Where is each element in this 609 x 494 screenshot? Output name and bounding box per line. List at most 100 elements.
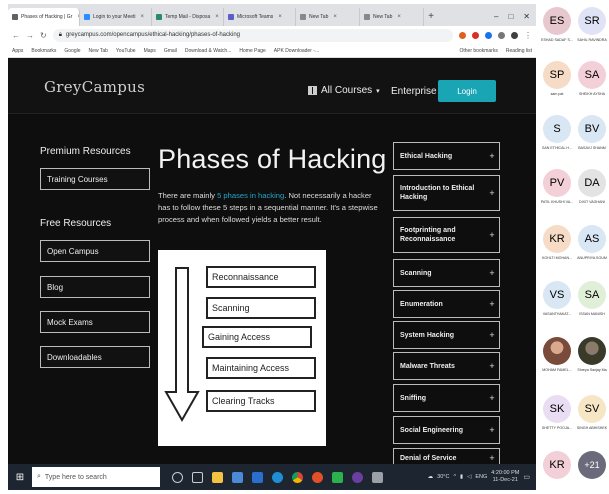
close-icon[interactable]: × <box>215 14 219 20</box>
cortana-icon[interactable] <box>172 471 183 483</box>
tray-chevron-icon[interactable]: ^ <box>453 474 456 480</box>
browser-tab-1[interactable]: Login to your Meeti × <box>80 8 152 26</box>
browser-tab-4[interactable]: New Tab × <box>296 8 360 26</box>
extension-icon[interactable] <box>498 31 505 39</box>
participant-tile[interactable]: VS VASANTHAKAT... <box>540 278 574 320</box>
plus-icon: + <box>489 230 495 240</box>
task-view-icon[interactable] <box>192 471 203 483</box>
bookmark-bookmarks[interactable]: Bookmarks <box>31 48 56 54</box>
participant-tile[interactable]: MOHAM FAMEL... <box>540 334 574 376</box>
edge-icon[interactable] <box>272 471 283 483</box>
file-explorer-icon[interactable] <box>212 471 223 483</box>
chrome-icon[interactable] <box>292 471 303 483</box>
network-icon[interactable]: ▮ <box>460 474 463 480</box>
reload-icon[interactable]: ↻ <box>40 31 47 40</box>
site-logo[interactable]: GreyCampus <box>44 78 145 96</box>
windows-start-icon[interactable]: ⊞ <box>8 472 32 483</box>
bookmark-youtube[interactable]: YouTube <box>116 48 136 54</box>
participant-tile[interactable]: SV SINGH ABHISHEK <box>575 392 609 434</box>
bookmark-reading-list[interactable]: Reading list <box>506 48 532 54</box>
taskbar-clock[interactable]: 4:20:00 PM 11-Dec-21 <box>491 470 519 484</box>
participant-tile[interactable]: DA DIXIT VAGHANI <box>575 166 609 208</box>
browser-tab-0[interactable]: Phases of Hacking | Gr × <box>8 8 80 26</box>
browser-tab-2[interactable]: Temp Mail - Disposa × <box>152 8 224 26</box>
bookmark-other[interactable]: Other bookmarks <box>460 48 498 54</box>
maximize-icon[interactable]: □ <box>508 12 513 21</box>
bookmark-home-page[interactable]: Home Page <box>239 48 265 54</box>
enterprise-link[interactable]: Enterprise <box>391 86 437 97</box>
address-bar[interactable]: 🔒︎ greycampus.com/opencampus/ethical-hac… <box>52 28 453 42</box>
close-icon[interactable]: × <box>397 14 401 20</box>
close-icon[interactable]: × <box>278 14 282 20</box>
phases-link[interactable]: 5 phases in hacking <box>217 191 284 200</box>
topic-ethical-hacking[interactable]: Ethical Hacking + <box>393 142 500 170</box>
participant-tile[interactable]: PV PATIL KHUSHI VA... <box>540 166 574 208</box>
bookmark-gmail[interactable]: Gmail <box>164 48 177 54</box>
participant-tile[interactable]: BV BASAVJ SHANM <box>575 112 609 154</box>
weather-temp[interactable]: 30°C <box>437 474 449 480</box>
topic-sniffing[interactable]: Sniffing + <box>393 384 500 412</box>
profile-icon[interactable] <box>511 31 518 39</box>
participant-tile[interactable]: KR <box>540 448 574 490</box>
bookmark-google[interactable]: Google <box>64 48 80 54</box>
app-icon[interactable] <box>312 471 323 483</box>
menu-icon[interactable]: ⋮ <box>524 31 532 40</box>
weather-icon[interactable]: ☁ <box>428 474 434 480</box>
login-button[interactable]: Login <box>438 80 496 102</box>
extension-icon[interactable] <box>472 31 479 39</box>
topic-system-hacking[interactable]: System Hacking + <box>393 321 500 349</box>
participant-tile[interactable]: SR SAHIL RAVINDRA <box>575 4 609 46</box>
bookmark-download-watch[interactable]: Download & Watch... <box>185 48 232 54</box>
minimize-icon[interactable]: – <box>494 12 498 21</box>
plus-icon: + <box>489 151 495 161</box>
bookmark-maps[interactable]: Maps <box>144 48 156 54</box>
language-indicator[interactable]: ENG <box>475 474 487 480</box>
mail-icon[interactable] <box>252 471 263 483</box>
store-icon[interactable] <box>232 471 243 483</box>
participant-tile[interactable]: SP sam pat <box>540 58 574 100</box>
extension-icon[interactable] <box>485 31 492 39</box>
sidebar-item-training-courses[interactable]: Training Courses <box>40 168 150 190</box>
topic-enumeration[interactable]: Enumeration + <box>393 290 500 318</box>
close-window-icon[interactable]: ✕ <box>523 12 530 21</box>
participant-tile[interactable]: SK SHETTY POOJA... <box>540 392 574 434</box>
notification-icon[interactable]: ▭ <box>523 473 530 481</box>
sidebar-item-mock-exams[interactable]: Mock Exams <box>40 311 150 333</box>
app-icon[interactable] <box>332 471 343 483</box>
bookmark-new-tab[interactable]: New Tab <box>89 48 108 54</box>
app-icon[interactable] <box>352 471 363 483</box>
topic-malware-threats[interactable]: Malware Threats + <box>393 352 500 380</box>
browser-tab-3[interactable]: Microsoft Teams × <box>224 8 296 26</box>
new-tab-button[interactable]: + <box>424 8 438 26</box>
participant-tile[interactable]: Shreya Sanjay Ma <box>575 334 609 376</box>
sidebar-item-downloadables[interactable]: Downloadables <box>40 346 150 368</box>
back-icon[interactable]: ← <box>12 31 20 40</box>
volume-icon[interactable]: ◁ <box>467 474 471 480</box>
browser-tab-5[interactable]: New Tab × <box>360 8 424 26</box>
participant-tile[interactable]: S SAN ETHICAL H... <box>540 112 574 154</box>
sidebar-item-open-campus[interactable]: Open Campus <box>40 240 150 262</box>
plus-icon: + <box>489 188 495 198</box>
topic-scanning[interactable]: Scanning + <box>393 259 500 287</box>
sidebar-item-blog[interactable]: Blog <box>40 276 150 298</box>
topic-introduction-to-ethical-hacking[interactable]: Introduction to Ethical Hacking + <box>393 175 500 211</box>
close-icon[interactable]: × <box>333 14 337 20</box>
participant-tile[interactable]: ES ESHAD SADAF S... <box>540 4 574 46</box>
participant-tile[interactable]: AS ANUPRIYA SOUM <box>575 222 609 264</box>
all-courses-menu[interactable]: All Courses ▾ <box>308 85 380 96</box>
lock-icon: 🔒︎ <box>58 31 62 38</box>
app-icon[interactable] <box>372 471 383 483</box>
stage-scanning: Scanning <box>206 297 316 319</box>
forward-icon[interactable]: → <box>26 31 34 40</box>
bookmark-apps[interactable]: Apps <box>12 48 23 54</box>
taskbar-search[interactable]: ⌕ Type here to search <box>32 467 160 487</box>
participant-tile[interactable]: KR KOHLTI MOHAN... <box>540 222 574 264</box>
more-participants-button[interactable]: +21 <box>575 448 609 490</box>
participant-tile[interactable]: SA SHEIKH AYSHA <box>575 58 609 100</box>
bookmark-apk-downloader[interactable]: APK Downloader -... <box>274 48 319 54</box>
topic-footprinting-and-reconnaissance[interactable]: Footprinting and Reconnaissance + <box>393 217 500 253</box>
participant-tile[interactable]: SA ISSAN MANISH <box>575 278 609 320</box>
topic-social-engineering[interactable]: Social Engineering + <box>393 416 500 444</box>
extension-icon[interactable] <box>459 31 466 39</box>
close-icon[interactable]: × <box>141 14 145 20</box>
